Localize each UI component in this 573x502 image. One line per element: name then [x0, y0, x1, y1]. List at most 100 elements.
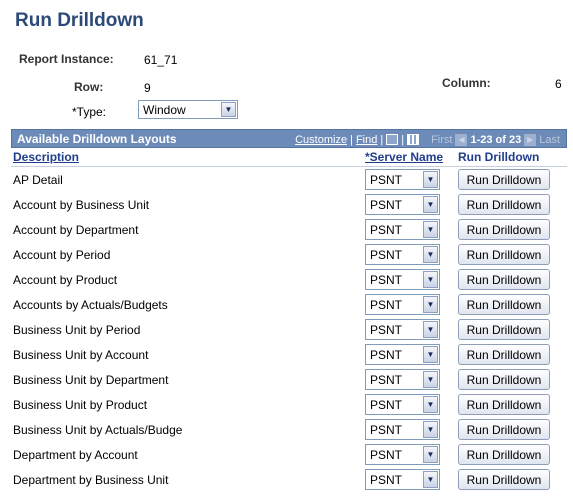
chevron-down-icon[interactable]: ▼ [423, 196, 438, 213]
run-drilldown-button[interactable]: Run Drilldown [458, 419, 550, 440]
server-name-value: PSNT [370, 173, 403, 187]
server-name-select[interactable]: PSNT ▼ [365, 294, 440, 315]
chevron-down-icon[interactable]: ▼ [423, 321, 438, 338]
run-drilldown-button[interactable]: Run Drilldown [458, 219, 550, 240]
grid-download-icon[interactable] [407, 134, 420, 145]
run-drilldown-button[interactable]: Run Drilldown [458, 369, 550, 390]
column-header-description[interactable]: Description [13, 150, 79, 164]
row-description: Business Unit by Actuals/Budge [13, 423, 183, 437]
chevron-down-icon[interactable]: ▼ [423, 221, 438, 238]
row-description: Account by Period [13, 248, 111, 262]
run-drilldown-button[interactable]: Run Drilldown [458, 319, 550, 340]
server-name-select[interactable]: PSNT ▼ [365, 269, 440, 290]
column-label: Column: [442, 76, 491, 90]
server-name-select[interactable]: PSNT ▼ [365, 244, 440, 265]
nav-separator: | [350, 133, 353, 146]
row-value: 9 [144, 81, 151, 95]
prev-arrow-icon: ◀ [455, 133, 468, 146]
grid-navigation: Customize | Find | | First ◀ 1-23 of 23 … [295, 132, 560, 147]
row-description: Business Unit by Product [13, 398, 148, 412]
table-row: AP Detail PSNT ▼ Run Drilldown [0, 167, 573, 192]
next-arrow-icon: ▶ [524, 133, 537, 146]
row-description: Account by Department [13, 223, 139, 237]
server-name-value: PSNT [370, 423, 403, 437]
chevron-down-icon[interactable]: ▼ [423, 171, 438, 188]
find-link[interactable]: Find [356, 134, 377, 146]
server-name-value: PSNT [370, 198, 403, 212]
server-name-select[interactable]: PSNT ▼ [365, 194, 440, 215]
chevron-down-icon[interactable]: ▼ [423, 421, 438, 438]
table-row: Business Unit by Account PSNT ▼ Run Drill… [0, 342, 573, 367]
nav-separator: | [401, 133, 405, 146]
server-name-select[interactable]: PSNT ▼ [365, 219, 440, 240]
page-title: Run Drilldown [15, 10, 144, 31]
server-name-select[interactable]: PSNT ▼ [365, 169, 440, 190]
server-name-value: PSNT [370, 348, 403, 362]
server-name-value: PSNT [370, 273, 403, 287]
chevron-down-icon[interactable]: ▼ [423, 296, 438, 313]
table-row: Department by Account PSNT ▼ Run Drilldow… [0, 442, 573, 467]
server-name-select[interactable]: PSNT ▼ [365, 369, 440, 390]
row-description: Business Unit by Department [13, 373, 169, 387]
row-description: AP Detail [13, 173, 63, 187]
table-row: Business Unit by Period PSNT ▼ Run Drilld… [0, 317, 573, 342]
run-drilldown-button[interactable]: Run Drilldown [458, 394, 550, 415]
table-row: Accounts by Actuals/Budgets PSNT ▼ Run Dr… [0, 292, 573, 317]
server-name-value: PSNT [370, 298, 403, 312]
grid-title: Available Drilldown Layouts [17, 132, 177, 146]
run-drilldown-button[interactable]: Run Drilldown [458, 269, 550, 290]
chevron-down-icon[interactable]: ▼ [423, 446, 438, 463]
column-header-server-name[interactable]: *Server Name [365, 150, 443, 164]
server-name-select[interactable]: PSNT ▼ [365, 469, 440, 490]
chevron-down-icon[interactable]: ▼ [423, 396, 438, 413]
nav-separator: | [380, 133, 384, 146]
server-name-value: PSNT [370, 448, 403, 462]
server-name-value: PSNT [370, 223, 403, 237]
table-row: Account by Period PSNT ▼ Run Drilldown [0, 242, 573, 267]
run-drilldown-button[interactable]: Run Drilldown [458, 344, 550, 365]
chevron-down-icon[interactable]: ▼ [221, 102, 236, 117]
last-link: Last [539, 133, 560, 146]
table-row: Account by Business Unit PSNT ▼ Run Drill… [0, 192, 573, 217]
row-description: Account by Business Unit [13, 198, 150, 212]
drilldown-rows: AP Detail PSNT ▼ Run Drilldown Account by… [0, 167, 573, 492]
server-name-value: PSNT [370, 473, 403, 487]
table-row: Account by Department PSNT ▼ Run Drilldow… [0, 217, 573, 242]
server-name-select[interactable]: PSNT ▼ [365, 344, 440, 365]
server-name-select[interactable]: PSNT ▼ [365, 394, 440, 415]
table-row: Business Unit by Product PSNT ▼ Run Drill… [0, 392, 573, 417]
server-name-select[interactable]: PSNT ▼ [365, 419, 440, 440]
type-label: *Type: [72, 105, 107, 119]
chevron-down-icon[interactable]: ▼ [423, 471, 438, 488]
chevron-down-icon[interactable]: ▼ [423, 271, 438, 288]
column-value: 6 [555, 77, 562, 91]
customize-link[interactable]: Customize [295, 134, 347, 146]
row-description: Department by Account [13, 448, 138, 462]
server-name-value: PSNT [370, 373, 403, 387]
table-row: Department by Business Unit PSNT ▼ Run Dr… [0, 467, 573, 492]
row-description: Department by Business Unit [13, 473, 169, 487]
chevron-down-icon[interactable]: ▼ [423, 371, 438, 388]
row-description: Business Unit by Account [13, 348, 149, 362]
grid-header: Available Drilldown Layouts Customize | … [11, 129, 567, 148]
server-name-value: PSNT [370, 248, 403, 262]
run-drilldown-button[interactable]: Run Drilldown [458, 194, 550, 215]
type-select[interactable]: Window ▼ [138, 100, 238, 119]
first-link: First [431, 133, 453, 146]
run-drilldown-button[interactable]: Run Drilldown [458, 169, 550, 190]
server-name-select[interactable]: PSNT ▼ [365, 319, 440, 340]
row-description: Account by Product [13, 273, 118, 287]
row-description: Business Unit by Period [13, 323, 141, 337]
run-drilldown-button[interactable]: Run Drilldown [458, 294, 550, 315]
server-name-value: PSNT [370, 398, 403, 412]
run-drilldown-button[interactable]: Run Drilldown [458, 244, 550, 265]
run-drilldown-button[interactable]: Run Drilldown [458, 444, 550, 465]
run-drilldown-button[interactable]: Run Drilldown [458, 469, 550, 490]
new-window-icon[interactable] [386, 134, 399, 145]
server-name-value: PSNT [370, 323, 403, 337]
chevron-down-icon[interactable]: ▼ [423, 246, 438, 263]
type-select-value: Window [143, 103, 186, 117]
server-name-select[interactable]: PSNT ▼ [365, 444, 440, 465]
chevron-down-icon[interactable]: ▼ [423, 346, 438, 363]
table-row: Business Unit by Department PSNT ▼ Run Dr… [0, 367, 573, 392]
